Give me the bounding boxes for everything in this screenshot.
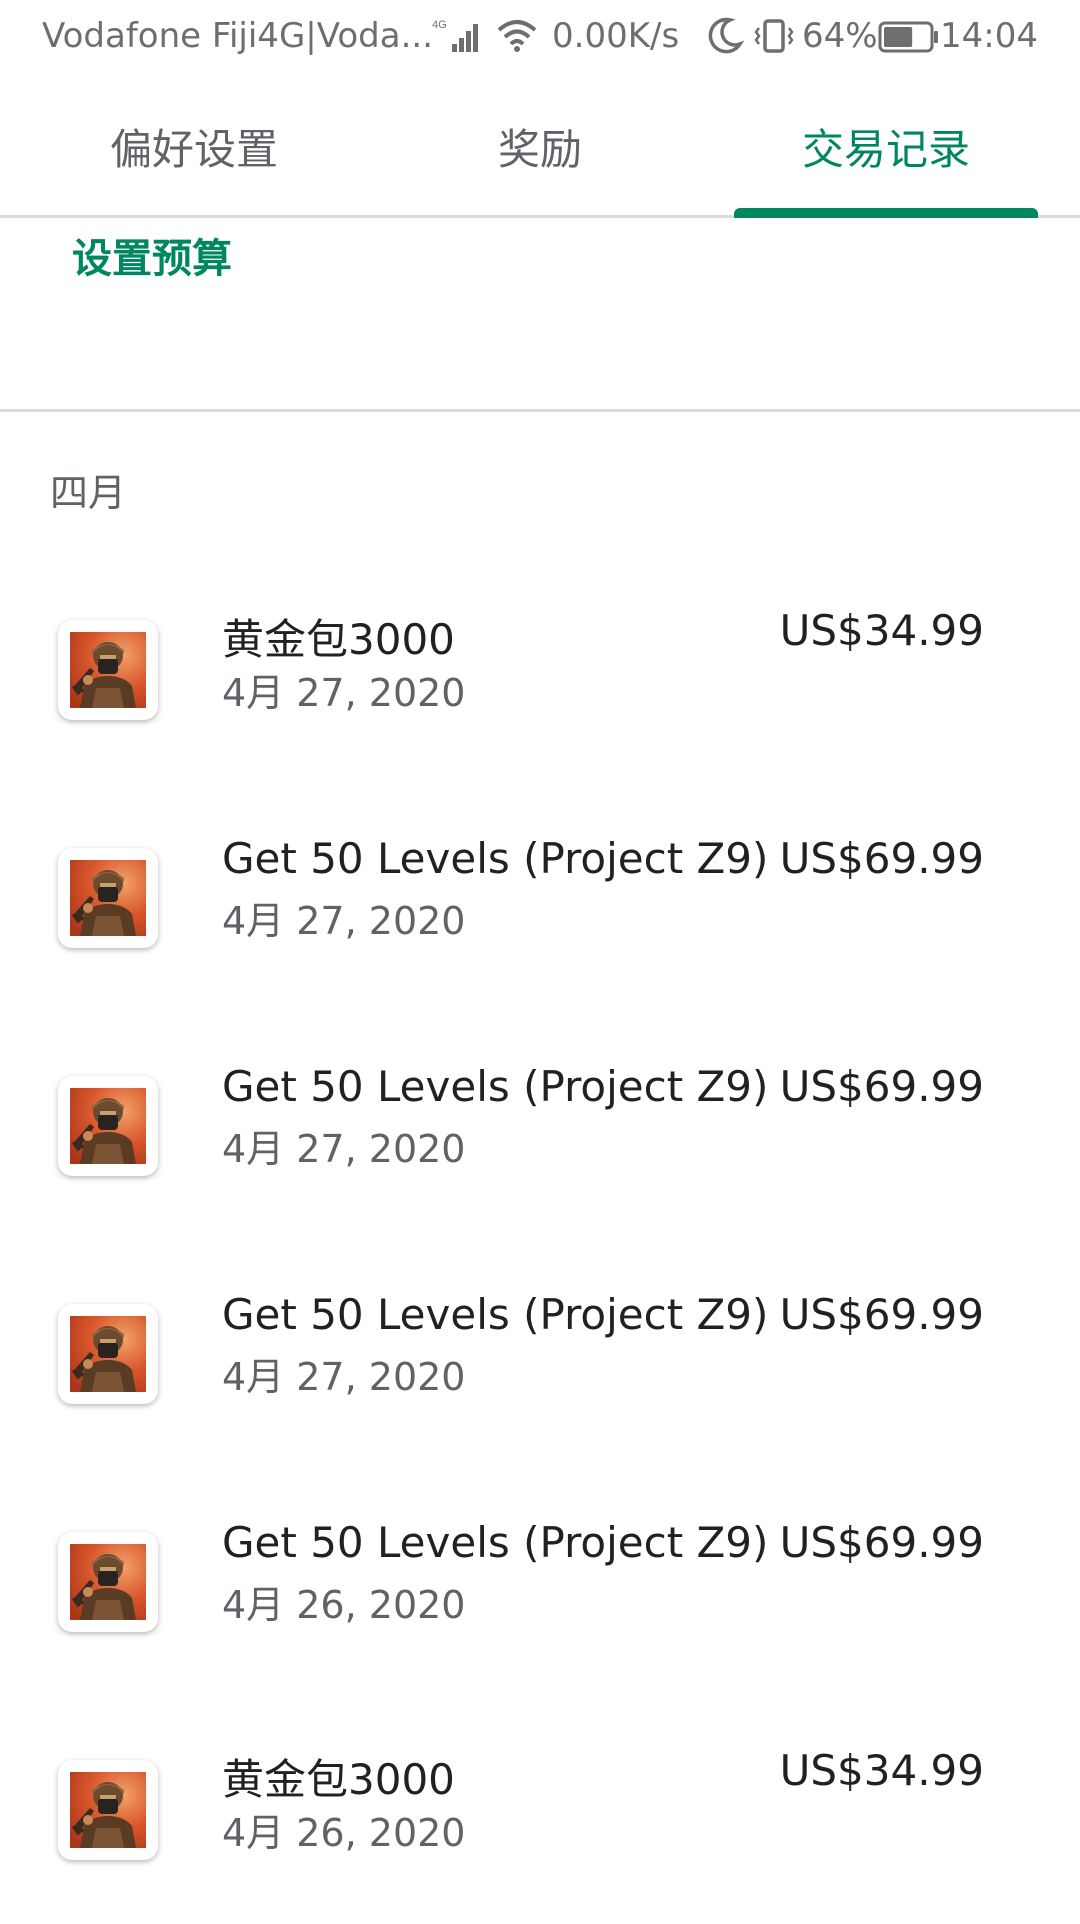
soldier-game-icon — [58, 1076, 158, 1176]
transaction-price: US$34.99 — [779, 1746, 984, 1795]
transaction-date: 4月 26, 2020 — [222, 1583, 466, 1627]
transaction-price: US$34.99 — [779, 606, 984, 655]
transaction-date: 4月 27, 2020 — [222, 1355, 466, 1399]
soldier-game-icon — [58, 1304, 158, 1404]
section-divider — [0, 409, 1080, 412]
transaction-row[interactable]: Get 50 Levels (Project Z9) 4月 27, 2020 U… — [0, 1240, 1080, 1468]
soldier-game-icon — [58, 848, 158, 948]
transaction-row[interactable]: Get 50 Levels (Project Z9) 4月 27, 2020 U… — [0, 1012, 1080, 1240]
vibrate-icon — [754, 19, 794, 53]
transaction-list: 黄金包3000 4月 27, 2020 US$34.99 Get 50 Leve… — [0, 556, 1080, 1924]
soldier-game-icon — [58, 1760, 158, 1860]
wifi-icon — [497, 20, 537, 52]
network-badge: 4G — [432, 19, 447, 31]
transaction-price: US$69.99 — [779, 1062, 984, 1111]
carrier-name: Vodafone Fiji4G|Voda... — [42, 16, 433, 56]
selected-tab-indicator — [734, 208, 1038, 218]
transaction-date: 4月 27, 2020 — [222, 899, 466, 943]
transaction-row[interactable]: 黄金包3000 4月 27, 2020 US$34.99 — [0, 556, 1080, 784]
transaction-row[interactable]: Get 50 Levels (Project Z9) 4月 26, 2020 U… — [0, 1468, 1080, 1696]
battery-icon — [878, 21, 938, 53]
battery-percentage: 64% — [802, 16, 878, 56]
tab-transaction-history[interactable]: 交易记录 — [706, 78, 1066, 215]
transaction-price: US$69.99 — [779, 834, 984, 883]
transaction-date: 4月 27, 2020 — [222, 1127, 466, 1171]
soldier-game-icon — [58, 620, 158, 720]
transaction-title: Get 50 Levels (Project Z9) — [222, 1518, 769, 1567]
transaction-title: Get 50 Levels (Project Z9) — [222, 1062, 769, 1111]
transaction-title: 黄金包3000 — [222, 1755, 455, 1804]
network-speed: 0.00K/s — [552, 16, 680, 56]
month-header: 四月 — [50, 471, 127, 515]
transaction-title: Get 50 Levels (Project Z9) — [222, 834, 769, 883]
clock: 14:04 — [940, 16, 1038, 56]
transaction-date: 4月 27, 2020 — [222, 671, 466, 715]
tab-bar: 偏好设置 奖励 交易记录 — [0, 78, 1080, 218]
transaction-row[interactable]: Get 50 Levels (Project Z9) 4月 27, 2020 U… — [0, 784, 1080, 1012]
tab-preferences[interactable]: 偏好设置 — [14, 78, 374, 215]
set-budget-button[interactable]: 设置预算 — [72, 226, 232, 284]
tab-rewards[interactable]: 奖励 — [360, 78, 720, 215]
soldier-game-icon — [58, 1532, 158, 1632]
status-bar: Vodafone Fiji4G|Voda... 4G 0.00K/s 64% 1… — [0, 0, 1080, 78]
transaction-price: US$69.99 — [779, 1518, 984, 1567]
cellular-signal-icon: 4G — [432, 19, 478, 52]
transaction-price: US$69.99 — [779, 1290, 984, 1339]
transaction-title: Get 50 Levels (Project Z9) — [222, 1290, 769, 1339]
do-not-disturb-moon-icon — [708, 17, 744, 54]
transaction-row[interactable]: 黄金包3000 4月 26, 2020 US$34.99 — [0, 1696, 1080, 1924]
transaction-date: 4月 26, 2020 — [222, 1811, 466, 1855]
transaction-title: 黄金包3000 — [222, 615, 455, 664]
